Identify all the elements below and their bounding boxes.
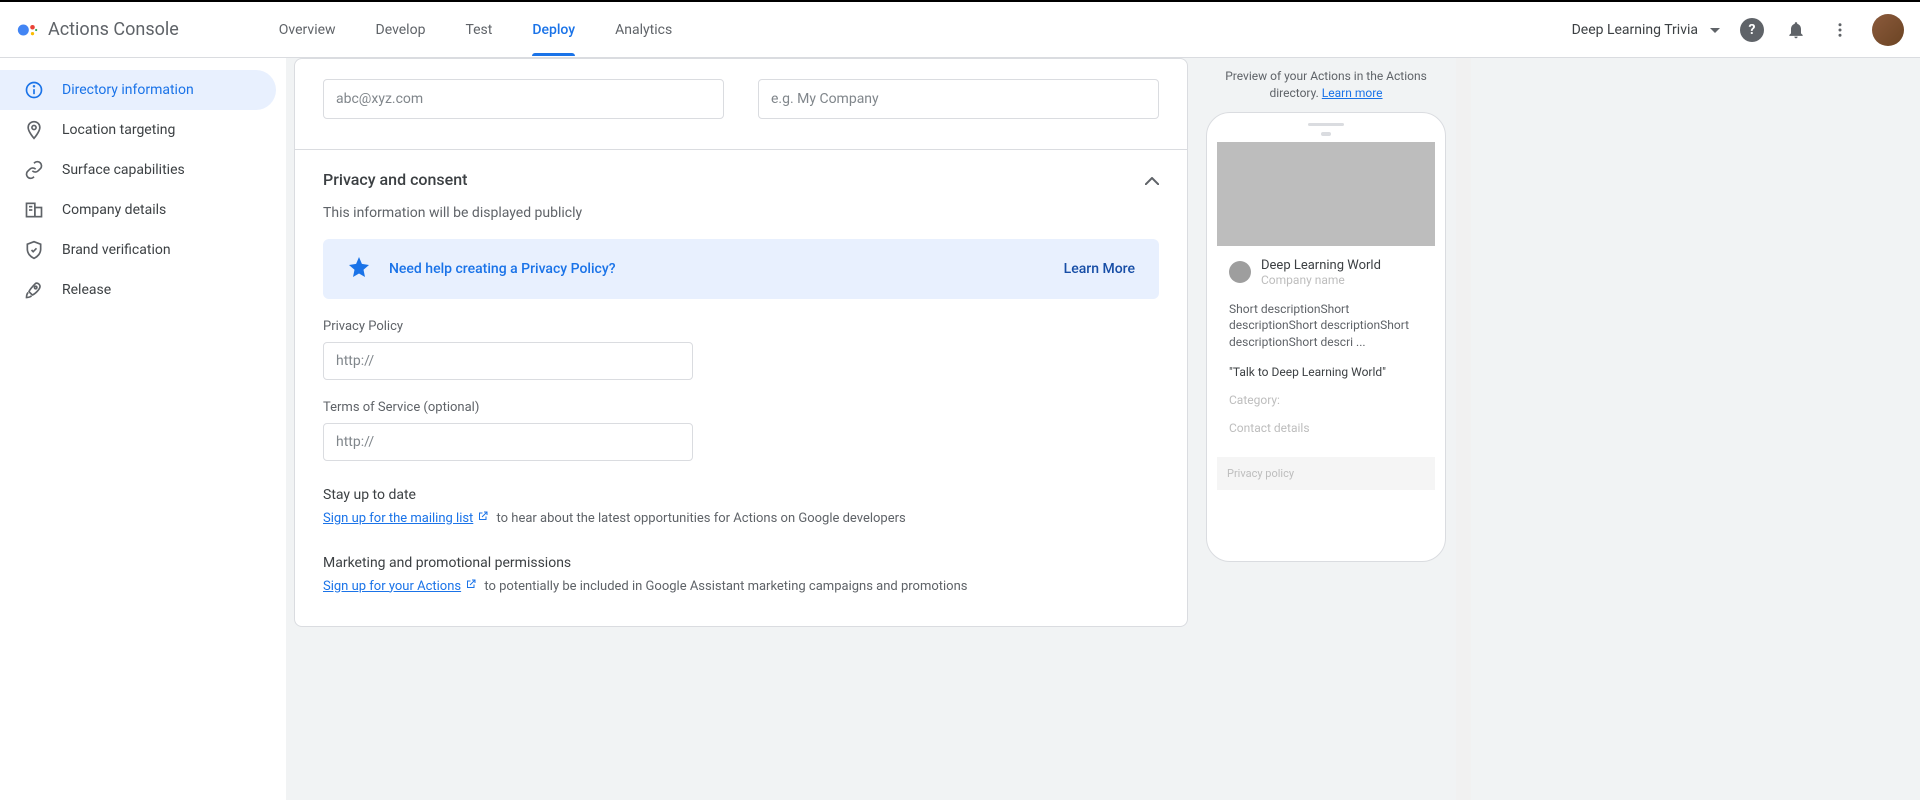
phone-preview: Deep Learning World Company name Short d… xyxy=(1206,112,1446,562)
sidebar-item-directory-information[interactable]: Directory information xyxy=(0,70,276,110)
privacy-subtext: This information will be displayed publi… xyxy=(323,205,1159,221)
chevron-down-icon xyxy=(1710,22,1720,38)
preview-app-icon xyxy=(1229,261,1251,283)
sidebar-item-label: Surface capabilities xyxy=(62,162,185,178)
preview-privacy-footer: Privacy policy xyxy=(1217,457,1435,490)
project-name: Deep Learning Trivia xyxy=(1572,22,1698,38)
privacy-policy-label: Privacy Policy xyxy=(323,319,1159,334)
preview-learn-more-link[interactable]: Learn more xyxy=(1322,86,1383,100)
mailing-list-link[interactable]: Sign up for the mailing list xyxy=(323,511,473,526)
rocket-icon xyxy=(24,280,44,300)
building-icon xyxy=(24,200,44,220)
star-icon xyxy=(347,255,371,283)
marketing-text: Sign up for your Actions to potentially … xyxy=(323,577,1159,597)
stay-up-to-date-text: Sign up for the mailing list to hear abo… xyxy=(323,509,1159,529)
notifications-icon[interactable] xyxy=(1784,18,1808,42)
header-right: Deep Learning Trivia ? xyxy=(1572,14,1904,46)
preview-banner-image xyxy=(1217,142,1435,246)
privacy-policy-input[interactable] xyxy=(323,342,693,380)
sidebar-item-brand-verification[interactable]: Brand verification xyxy=(0,230,276,270)
shield-icon xyxy=(24,240,44,260)
project-selector[interactable]: Deep Learning Trivia xyxy=(1572,22,1720,38)
preview-category: Category: xyxy=(1229,393,1423,407)
tos-input[interactable] xyxy=(323,423,693,461)
tab-develop[interactable]: Develop xyxy=(376,4,426,56)
preview-company-name: Company name xyxy=(1261,273,1381,287)
email-input[interactable] xyxy=(323,79,724,119)
preview-panel: Preview of your Actions in the Actions d… xyxy=(1196,58,1456,800)
external-link-icon xyxy=(477,509,489,529)
section-title: Privacy and consent xyxy=(323,170,467,189)
privacy-help-banner: Need help creating a Privacy Policy? Lea… xyxy=(323,239,1159,299)
main-content: Privacy and consent This information wil… xyxy=(286,58,1920,800)
preview-contact: Contact details xyxy=(1229,421,1423,435)
sidebar-item-company-details[interactable]: Company details xyxy=(0,190,276,230)
link-icon xyxy=(24,160,44,180)
preview-app-name: Deep Learning World xyxy=(1261,258,1381,273)
tab-test[interactable]: Test xyxy=(465,4,492,56)
marketing-title: Marketing and promotional permissions xyxy=(323,555,1159,571)
stay-rest-text: to hear about the latest opportunities f… xyxy=(493,511,905,526)
tab-deploy[interactable]: Deploy xyxy=(532,4,575,56)
location-icon xyxy=(24,120,44,140)
avatar[interactable] xyxy=(1872,14,1904,46)
sidebar-item-release[interactable]: Release xyxy=(0,270,276,310)
sidebar-item-label: Directory information xyxy=(62,82,194,98)
stay-up-to-date-title: Stay up to date xyxy=(323,487,1159,503)
more-icon[interactable] xyxy=(1828,18,1852,42)
sidebar-item-label: Company details xyxy=(62,202,166,218)
banner-learn-more-link[interactable]: Learn More xyxy=(1064,261,1135,277)
help-icon[interactable]: ? xyxy=(1740,18,1764,42)
tab-analytics[interactable]: Analytics xyxy=(615,4,672,56)
header: Actions Console Overview Develop Test De… xyxy=(0,2,1920,58)
scrollbar[interactable] xyxy=(1456,58,1471,800)
marketing-signup-link[interactable]: Sign up for your Actions xyxy=(323,579,461,594)
info-icon xyxy=(24,80,44,100)
preview-description: Short descriptionShort descriptionShort … xyxy=(1229,301,1423,351)
company-input[interactable] xyxy=(758,79,1159,119)
marketing-rest-text: to potentially be included in Google Ass… xyxy=(481,579,967,594)
external-link-icon xyxy=(465,577,477,597)
tab-overview[interactable]: Overview xyxy=(279,4,336,56)
sidebar-item-surface-capabilities[interactable]: Surface capabilities xyxy=(0,150,276,190)
privacy-section-header[interactable]: Privacy and consent xyxy=(323,170,1159,189)
assistant-logo-icon xyxy=(16,19,38,41)
sidebar-item-label: Release xyxy=(62,282,111,298)
tos-label: Terms of Service (optional) xyxy=(323,400,1159,415)
sidebar-item-label: Brand verification xyxy=(62,242,171,258)
banner-text: Need help creating a Privacy Policy? xyxy=(389,261,1046,277)
sidebar-item-label: Location targeting xyxy=(62,122,175,138)
preview-invocation: "Talk to Deep Learning World" xyxy=(1229,365,1423,379)
main-tabs: Overview Develop Test Deploy Analytics xyxy=(279,4,1572,56)
sidebar: Directory information Location targeting… xyxy=(0,58,286,800)
sidebar-item-location-targeting[interactable]: Location targeting xyxy=(0,110,276,150)
brand-title: Actions Console xyxy=(48,19,179,40)
preview-caption: Preview of your Actions in the Actions d… xyxy=(1206,68,1446,102)
logo[interactable]: Actions Console xyxy=(16,19,179,41)
chevron-up-icon xyxy=(1145,170,1159,189)
